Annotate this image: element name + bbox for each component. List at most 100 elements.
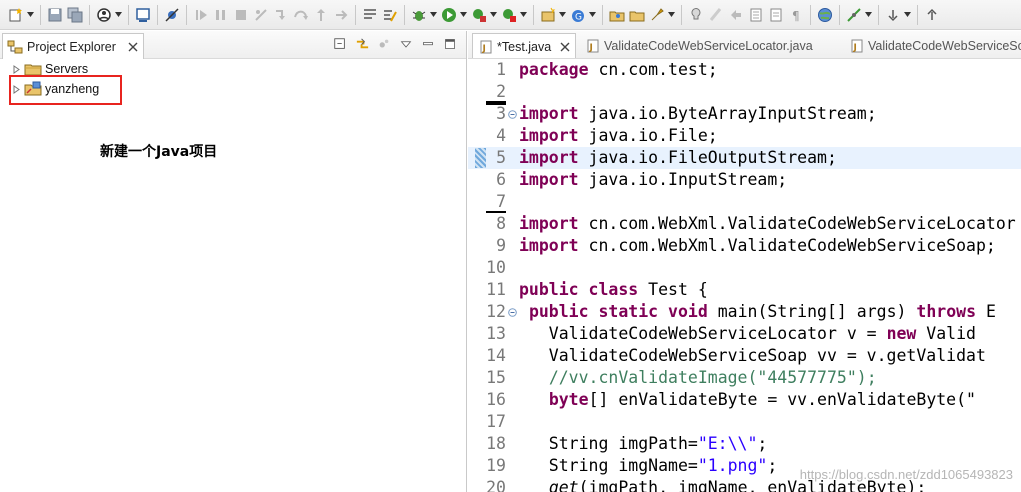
chevron-down-icon[interactable]	[519, 6, 527, 24]
chevron-down-icon[interactable]	[489, 6, 497, 24]
open-folder-icon[interactable]	[628, 6, 646, 24]
save-icon[interactable]	[46, 6, 64, 24]
line-number: 2	[496, 82, 506, 101]
main-toolbar: G ¶	[0, 0, 1021, 30]
code-token: new	[886, 324, 917, 343]
code-line[interactable]: 7	[468, 191, 1021, 213]
show-whitespace-icon[interactable]	[727, 6, 745, 24]
chevron-down-icon[interactable]	[26, 6, 34, 24]
code-line[interactable]: 8 import cn.com.WebXml.ValidateCodeWebSer…	[468, 213, 1021, 235]
toolbar-separator	[917, 4, 918, 25]
skip-breakpoints-icon[interactable]	[163, 6, 181, 24]
build-icon[interactable]	[381, 6, 399, 24]
next-annotation-icon[interactable]	[884, 6, 902, 24]
open-type-icon[interactable]	[608, 6, 626, 24]
save-all-icon[interactable]	[66, 6, 84, 24]
pilcrow-icon[interactable]	[767, 6, 785, 24]
toolbar-separator	[681, 4, 682, 25]
new-icon[interactable]	[7, 6, 25, 24]
code-line[interactable]: 9 import cn.com.WebXml.ValidateCodeWebSer…	[468, 235, 1021, 257]
code-line[interactable]: 13 ValidateCodeWebServiceLocator v = new…	[468, 323, 1021, 345]
fold-toggle-icon[interactable]	[508, 308, 517, 317]
code-token: public	[519, 280, 579, 299]
team-icon[interactable]	[845, 6, 863, 24]
disconnect-icon[interactable]	[252, 6, 270, 24]
line-number: 9	[496, 236, 506, 255]
view-menu-icon[interactable]	[398, 36, 414, 52]
external-tools-icon[interactable]	[500, 6, 518, 24]
code-text: String imgPath="E:\\";	[519, 433, 768, 455]
tab-validate-code-soap[interactable]: J ValidateCodeWebServiceSo	[844, 33, 1021, 58]
previous-annotation-icon[interactable]	[923, 6, 941, 24]
code-line[interactable]: 11 public class Test {	[468, 279, 1021, 301]
link-with-editor-icon[interactable]	[354, 36, 370, 52]
chevron-down-icon[interactable]	[459, 6, 467, 24]
toolbar-separator	[810, 4, 811, 25]
code-line[interactable]: 17	[468, 411, 1021, 433]
code-line[interactable]: 15 //vv.cnValidateImage("44577775");	[468, 367, 1021, 389]
code-text: byte[] enValidateByte = vv.enValidateByt…	[519, 389, 976, 411]
annotation-icon[interactable]	[687, 6, 705, 24]
minimize-icon[interactable]	[420, 36, 436, 52]
chevron-down-icon[interactable]	[864, 6, 872, 24]
toggle-mark-icon[interactable]	[707, 6, 725, 24]
console-icon[interactable]	[134, 6, 152, 24]
code-token: Valid	[916, 324, 976, 343]
code-line[interactable]: 2	[468, 81, 1021, 103]
maximize-icon[interactable]	[442, 36, 458, 52]
tab-test-java[interactable]: J *Test.java	[472, 33, 576, 58]
step-over-icon[interactable]	[292, 6, 310, 24]
chevron-down-icon[interactable]	[558, 6, 566, 24]
code-text-area[interactable]: 1 package cn.com.test; 2 3 import java.io.By…	[468, 59, 1021, 492]
collapse-all-icon[interactable]	[332, 36, 348, 52]
chevron-down-icon[interactable]	[588, 6, 596, 24]
code-line[interactable]: 18 String imgPath="E:\\";	[468, 433, 1021, 455]
use-step-filters-icon[interactable]	[361, 6, 379, 24]
close-icon[interactable]	[559, 41, 571, 53]
code-line[interactable]: 12 public static void main(String[] args…	[468, 301, 1021, 323]
code-line[interactable]: 14 ValidateCodeWebServiceSoap vv = v.get…	[468, 345, 1021, 367]
chevron-down-icon[interactable]	[114, 6, 122, 24]
drop-frame-icon[interactable]	[332, 6, 350, 24]
step-return-icon[interactable]	[312, 6, 330, 24]
suspend-icon[interactable]	[212, 6, 230, 24]
code-line[interactable]: 1 package cn.com.test;	[468, 59, 1021, 81]
coverage-icon[interactable]	[470, 6, 488, 24]
code-line[interactable]: 3 import java.io.ByteArrayInputStream;	[468, 103, 1021, 125]
format-icon[interactable]: ¶	[787, 6, 805, 24]
new-class-icon[interactable]: G	[569, 6, 587, 24]
block-select-icon[interactable]	[747, 6, 765, 24]
code-text: ValidateCodeWebServiceSoap vv = v.getVal…	[519, 345, 986, 367]
toolbar-separator	[157, 4, 158, 25]
code-token: import	[519, 214, 579, 233]
java-file-icon: J	[587, 39, 599, 53]
globe-icon[interactable]	[816, 6, 834, 24]
code-line[interactable]: 6 import java.io.InputStream;	[468, 169, 1021, 191]
new-project-icon[interactable]	[539, 6, 557, 24]
debug-icon[interactable]	[410, 6, 428, 24]
tab-project-explorer[interactable]: Project Explorer	[2, 33, 144, 59]
code-line[interactable]: 5 import java.io.FileOutputStream;	[468, 147, 1021, 169]
close-icon[interactable]	[127, 41, 139, 53]
code-line[interactable]: 4 import java.io.File;	[468, 125, 1021, 147]
code-line[interactable]: 10	[468, 257, 1021, 279]
chevron-down-icon[interactable]	[903, 6, 911, 24]
code-line[interactable]: 16 byte[] enValidateByte = vv.enValidate…	[468, 389, 1021, 411]
code-token: import	[519, 148, 579, 167]
expand-arrow-icon[interactable]	[12, 64, 21, 74]
code-token: [] enValidateByte = vv.enValidateByte("	[588, 390, 976, 409]
skip-icon[interactable]	[95, 6, 113, 24]
resume-icon[interactable]	[192, 6, 210, 24]
step-into-icon[interactable]	[272, 6, 290, 24]
search-icon[interactable]	[648, 6, 666, 24]
terminate-icon[interactable]	[232, 6, 250, 24]
tab-validate-code-locator[interactable]: J ValidateCodeWebServiceLocator.java	[580, 33, 813, 58]
fold-toggle-icon[interactable]	[508, 110, 517, 119]
chevron-down-icon[interactable]	[429, 6, 437, 24]
chevron-down-icon[interactable]	[667, 6, 675, 24]
run-icon[interactable]	[440, 6, 458, 24]
code-token: import	[519, 236, 579, 255]
settings-icon[interactable]	[376, 36, 392, 52]
